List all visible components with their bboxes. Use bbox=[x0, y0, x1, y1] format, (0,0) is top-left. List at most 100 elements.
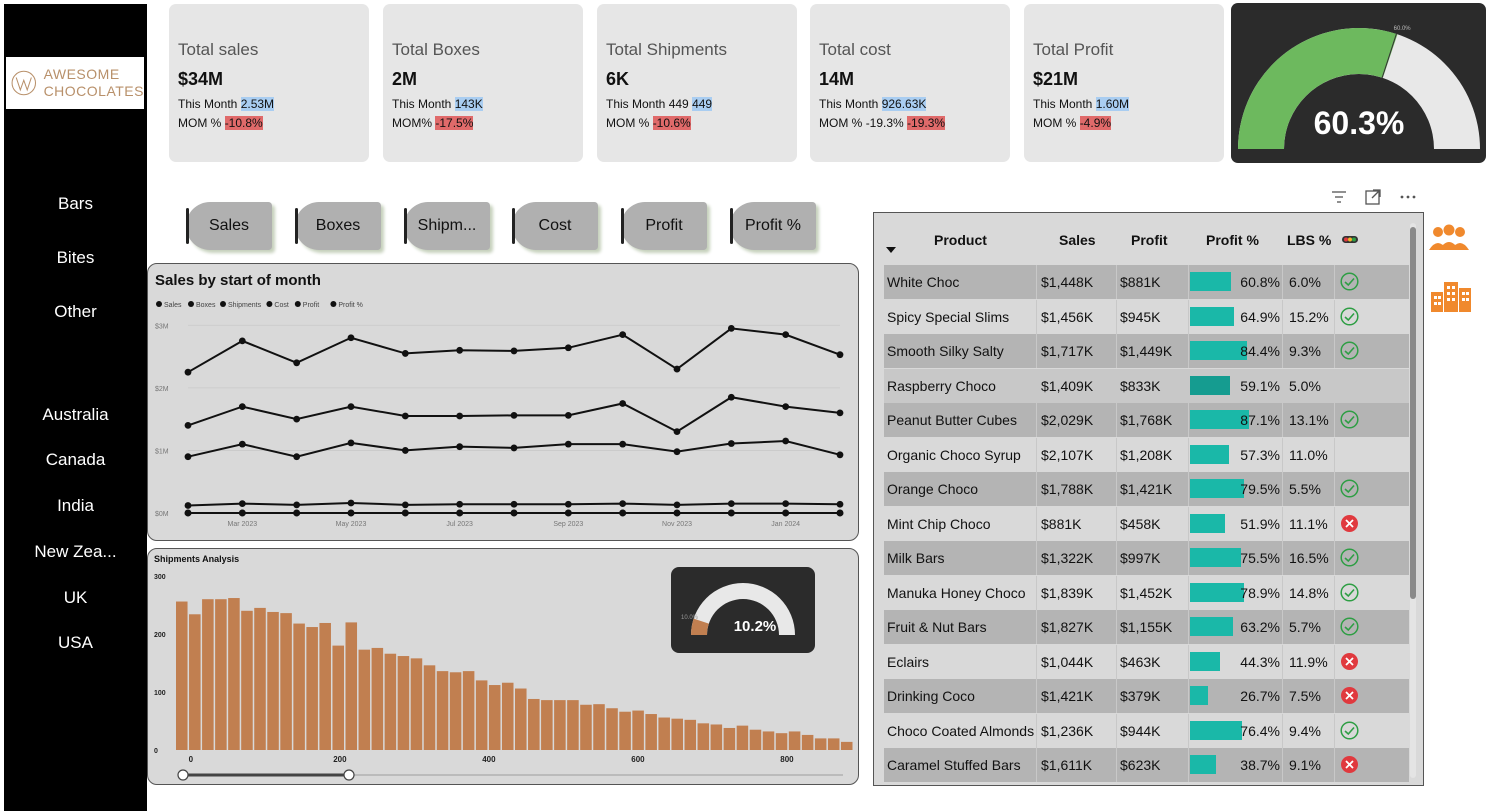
table-row[interactable]: Choco Coated Almonds $1,236K $944K 76.4% 9.4… bbox=[884, 713, 1409, 748]
data-point[interactable] bbox=[293, 359, 301, 367]
table-row[interactable]: Fruit & Nut Bars $1,827K $1,155K 63.2% 5.7% bbox=[884, 610, 1409, 644]
data-point[interactable] bbox=[564, 344, 572, 352]
data-point[interactable] bbox=[293, 415, 301, 423]
legend-label[interactable]: Sales bbox=[164, 302, 182, 309]
building-icon[interactable] bbox=[1430, 278, 1472, 312]
histogram-bar[interactable] bbox=[306, 627, 318, 750]
table-row[interactable]: White Choc $1,448K $881K 60.8% 6.0% bbox=[884, 265, 1409, 299]
histogram-bar[interactable] bbox=[619, 711, 631, 750]
legend-label[interactable]: Shipments bbox=[228, 302, 262, 309]
data-point[interactable] bbox=[673, 365, 681, 373]
data-point[interactable] bbox=[619, 500, 627, 508]
data-point[interactable] bbox=[619, 509, 627, 517]
data-point[interactable] bbox=[727, 500, 735, 508]
product-table[interactable]: Product Sales Profit Profit % LBS % Whit… bbox=[873, 212, 1424, 786]
table-row[interactable]: Mint Chip Choco $881K $458K 51.9% 11.1% bbox=[884, 506, 1409, 541]
histogram-bar[interactable] bbox=[736, 725, 749, 750]
data-point[interactable] bbox=[564, 500, 572, 508]
series-cost[interactable] bbox=[184, 437, 844, 461]
histogram-bar[interactable] bbox=[293, 623, 305, 750]
histogram-bar[interactable] bbox=[762, 731, 775, 750]
data-point[interactable] bbox=[456, 346, 464, 354]
table-row[interactable]: Drinking Coco $1,421K $379K 26.7% 7.5% bbox=[884, 679, 1409, 713]
data-point[interactable] bbox=[456, 412, 464, 420]
data-point[interactable] bbox=[184, 509, 192, 517]
histogram-bar[interactable] bbox=[788, 731, 801, 750]
histogram-bar[interactable] bbox=[840, 741, 853, 750]
series-profit[interactable] bbox=[184, 393, 844, 436]
histogram-bar[interactable] bbox=[580, 704, 592, 750]
data-point[interactable] bbox=[347, 334, 355, 342]
histogram-bar[interactable] bbox=[215, 599, 227, 750]
measure-button-profit[interactable]: Profit bbox=[621, 202, 707, 250]
histogram-bar[interactable] bbox=[658, 717, 670, 750]
table-row[interactable]: Orange Choco $1,788K $1,421K 79.5% 5.5% bbox=[884, 472, 1409, 506]
data-point[interactable] bbox=[727, 393, 735, 401]
data-point[interactable] bbox=[727, 324, 735, 332]
histogram-bar[interactable] bbox=[358, 649, 371, 750]
measure-button-cost[interactable]: Cost bbox=[512, 202, 598, 250]
histogram-bar[interactable] bbox=[189, 614, 201, 750]
data-point[interactable] bbox=[238, 403, 246, 411]
measure-button-shipments[interactable]: Shipm... bbox=[404, 202, 490, 250]
data-point[interactable] bbox=[836, 451, 844, 459]
data-point[interactable] bbox=[836, 409, 844, 417]
table-row[interactable]: Caramel Stuffed Bars $1,611K $623K 38.7% 9.1… bbox=[884, 748, 1409, 782]
histogram-bar[interactable] bbox=[475, 680, 488, 750]
histogram-bar[interactable] bbox=[371, 647, 384, 750]
data-point[interactable] bbox=[347, 509, 355, 517]
sort-desc-icon[interactable] bbox=[886, 247, 896, 253]
table-row[interactable]: Eclairs $1,044K $463K 44.3% 11.9% bbox=[884, 644, 1409, 679]
histogram-bar[interactable] bbox=[410, 658, 423, 750]
measure-button-boxes[interactable]: Boxes bbox=[295, 202, 381, 250]
histogram-bar[interactable] bbox=[176, 601, 188, 750]
histogram-bar[interactable] bbox=[567, 700, 579, 750]
histogram-bar[interactable] bbox=[554, 700, 566, 750]
data-point[interactable] bbox=[564, 440, 572, 448]
column-header-product[interactable]: Product bbox=[934, 232, 987, 248]
histogram-bar[interactable] bbox=[280, 613, 292, 750]
data-point[interactable] bbox=[238, 500, 246, 508]
slicer-category-bars[interactable]: Bars bbox=[4, 194, 147, 214]
histogram-bar[interactable] bbox=[501, 682, 514, 750]
data-point[interactable] bbox=[836, 351, 844, 359]
data-point[interactable] bbox=[836, 500, 844, 508]
data-point[interactable] bbox=[782, 500, 790, 508]
histogram-bar[interactable] bbox=[254, 607, 266, 750]
slicer-country-canada[interactable]: Canada bbox=[4, 450, 147, 470]
focus-mode-icon[interactable] bbox=[1364, 188, 1382, 206]
slicer-country-usa[interactable]: USA bbox=[4, 633, 147, 653]
data-point[interactable] bbox=[619, 331, 627, 339]
histogram-bar[interactable] bbox=[827, 738, 840, 750]
more-options-icon[interactable] bbox=[1399, 188, 1417, 206]
slicer-country-india[interactable]: India bbox=[4, 496, 147, 516]
histogram-bar[interactable] bbox=[267, 611, 279, 750]
data-point[interactable] bbox=[782, 331, 790, 339]
data-point[interactable] bbox=[293, 509, 301, 517]
histogram-bar[interactable] bbox=[723, 727, 736, 750]
data-point[interactable] bbox=[619, 400, 627, 407]
histogram-bar[interactable] bbox=[528, 698, 540, 750]
histogram-bar[interactable] bbox=[697, 723, 710, 750]
column-header-sales[interactable]: Sales bbox=[1059, 232, 1096, 248]
data-point[interactable] bbox=[619, 440, 627, 448]
data-point[interactable] bbox=[401, 501, 409, 509]
histogram-bar[interactable] bbox=[436, 671, 449, 750]
data-point[interactable] bbox=[347, 499, 355, 507]
histogram-bar[interactable] bbox=[645, 714, 657, 750]
series-sales[interactable] bbox=[184, 324, 844, 376]
data-point[interactable] bbox=[510, 509, 518, 517]
column-header-profit[interactable]: Profit bbox=[1131, 232, 1168, 248]
histogram-bar[interactable] bbox=[397, 656, 410, 750]
data-point[interactable] bbox=[347, 403, 355, 411]
data-point[interactable] bbox=[184, 453, 192, 461]
data-point[interactable] bbox=[184, 368, 192, 376]
table-row[interactable]: Milk Bars $1,322K $997K 75.5% 16.5% bbox=[884, 541, 1409, 575]
histogram-bar[interactable] bbox=[228, 598, 240, 750]
histogram-bar[interactable] bbox=[593, 704, 605, 750]
data-point[interactable] bbox=[456, 443, 464, 451]
data-point[interactable] bbox=[401, 350, 409, 357]
data-point[interactable] bbox=[347, 439, 355, 447]
column-header-lbs-pct[interactable]: LBS % bbox=[1287, 232, 1331, 248]
data-point[interactable] bbox=[727, 440, 735, 447]
